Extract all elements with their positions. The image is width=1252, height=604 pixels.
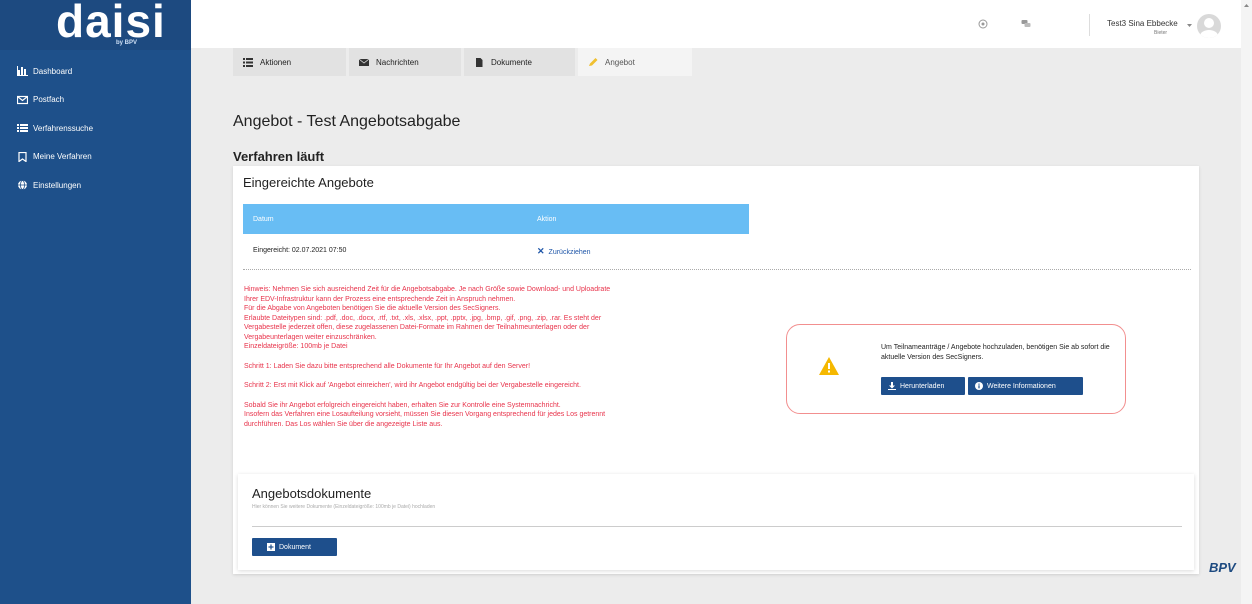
tab-label: Dokumente <box>491 57 532 67</box>
plus-square-icon <box>267 543 275 551</box>
sidebar-item-verfahrenssuche[interactable]: Verfahrenssuche <box>0 114 191 143</box>
hint-step: Schritt 1: Laden Sie dazu bitte entsprec… <box>244 362 531 370</box>
chat-icon[interactable] <box>1021 19 1031 29</box>
withdraw-label: Zurückziehen <box>548 249 591 256</box>
info-icon <box>975 382 983 390</box>
top-bar: Test3 Sina Ebbecke Bieter <box>191 0 1241 48</box>
brand-logo[interactable]: daisi by BPV <box>0 0 191 50</box>
download-label: Herunterladen <box>900 382 945 390</box>
sidebar-item-einstellungen[interactable]: Einstellungen <box>0 171 191 200</box>
user-icon <box>1200 18 1218 38</box>
divider <box>252 526 1182 527</box>
table-header: Datum Aktion <box>243 204 749 234</box>
sidebar-item-label: Postfach <box>33 95 65 105</box>
tab-dokumente[interactable]: Dokumente <box>464 48 575 76</box>
sidebar-item-dashboard[interactable]: Dashboard <box>0 57 191 86</box>
list-icon <box>243 57 253 67</box>
table-row: Eingereicht: 02.07.2021 07:50 ✕ Zurückzie… <box>243 236 749 266</box>
user-role: Bieter <box>1154 30 1168 36</box>
help-icon[interactable] <box>978 19 988 29</box>
hint-note: Insofern das Verfahren eine Losaufteilun… <box>244 411 606 418</box>
tab-label: Aktionen <box>260 57 292 67</box>
alert-text: Um Teilnameanträge / Angebote hochzulade… <box>881 344 1110 361</box>
tab-label: Nachrichten <box>376 57 419 67</box>
page-title: Angebot - Test Angebotsabgabe <box>233 113 461 130</box>
avatar[interactable] <box>1197 14 1221 38</box>
column-header-date: Datum <box>253 216 274 223</box>
sidebar-item-label: Verfahrenssuche <box>33 123 94 133</box>
sidebar-item-postfach[interactable]: Postfach <box>0 86 191 115</box>
logo-text: daisi <box>56 0 166 47</box>
envelope-icon <box>359 58 369 66</box>
sidebar-item-label: Einstellungen <box>33 180 82 190</box>
scrollbar[interactable] <box>1241 0 1252 604</box>
tab-angebot[interactable]: Angebot <box>578 48 692 76</box>
offers-card: Eingereichte Angebote Datum Aktion Einge… <box>233 166 1199 574</box>
withdraw-link[interactable]: ✕ Zurückziehen <box>537 246 591 257</box>
more-info-button[interactable]: Weitere Informationen <box>968 377 1083 395</box>
more-info-label: Weitere Informationen <box>987 382 1056 390</box>
documents-section: Angebotsdokumente Hier können Sie weiter… <box>238 474 1194 570</box>
hint-line: Vergabestelle jederzeit offen, diese zug… <box>244 324 590 331</box>
download-button[interactable]: Herunterladen <box>881 377 965 395</box>
hint-line: Vergabeunterlagen weiter einzuschränken. <box>244 333 377 341</box>
chevron-down-icon[interactable] <box>1187 24 1192 27</box>
status-heading: Verfahren läuft <box>233 149 325 164</box>
hint-note: Sobald Sie ihr Angebot erfolgreich einge… <box>244 401 561 409</box>
sidebar: daisi by BPV Dashboard Postfach Verfahre… <box>0 0 191 604</box>
chevron-up-icon[interactable] <box>1244 4 1249 7</box>
hint-line: Einzeldateigröße: 100mb je Datei <box>244 343 348 350</box>
bpv-logo: BPV <box>1209 560 1236 575</box>
hint-note: durchführen. Das Los wählen Sie über die… <box>244 420 443 428</box>
mail-icon <box>16 95 28 105</box>
chart-icon <box>16 66 28 77</box>
download-icon <box>888 382 896 390</box>
list-icon <box>16 123 28 133</box>
hint-line: Ihrer EDV-Infrastruktur kann der Prozess… <box>244 295 516 303</box>
sidebar-item-label: Dashboard <box>33 66 73 76</box>
logo-subtitle: by BPV <box>116 40 138 46</box>
column-header-action: Aktion <box>537 216 557 223</box>
card-title: Eingereichte Angebote <box>243 175 374 190</box>
divider <box>243 269 1191 270</box>
globe-icon <box>16 180 28 191</box>
hint-step: Schritt 2: Erst mit Klick auf 'Angebot e… <box>244 382 581 389</box>
add-document-button[interactable]: Dokument <box>252 538 337 556</box>
bookmark-icon <box>16 151 28 162</box>
sidebar-nav: Dashboard Postfach Verfahrenssuche Meine… <box>0 57 191 200</box>
warning-icon <box>819 357 839 375</box>
pencil-icon <box>589 57 598 66</box>
tab-nachrichten[interactable]: Nachrichten <box>349 48 461 76</box>
divider <box>1089 14 1090 36</box>
sidebar-item-label: Meine Verfahren <box>33 152 92 162</box>
hint-line: Hinweis: Nehmen Sie sich ausreichend Zei… <box>244 286 611 293</box>
documents-subtitle: Hier können Sie weitere Dokumente (Einze… <box>252 504 436 510</box>
hint-line: Erlaubte Dateitypen sind: .pdf, .doc, .d… <box>244 314 602 322</box>
tab-aktionen[interactable]: Aktionen <box>233 48 346 76</box>
add-document-label: Dokument <box>279 543 311 551</box>
hint-text: Hinweis: Nehmen Sie sich ausreichend Zei… <box>244 285 734 429</box>
document-icon <box>476 57 483 67</box>
close-icon: ✕ <box>537 246 545 256</box>
secsigner-alert: Um Teilnameanträge / Angebote hochzulade… <box>786 324 1126 414</box>
submission-date: Eingereicht: 02.07.2021 07:50 <box>253 247 347 254</box>
user-name[interactable]: Test3 Sina Ebbecke <box>1107 19 1178 28</box>
sidebar-item-meine-verfahren[interactable]: Meine Verfahren <box>0 143 191 172</box>
tab-label: Angebot <box>605 57 635 67</box>
documents-title: Angebotsdokumente <box>252 486 372 501</box>
hint-line: Für die Abgabe von Angeboten benötigen S… <box>244 305 501 312</box>
